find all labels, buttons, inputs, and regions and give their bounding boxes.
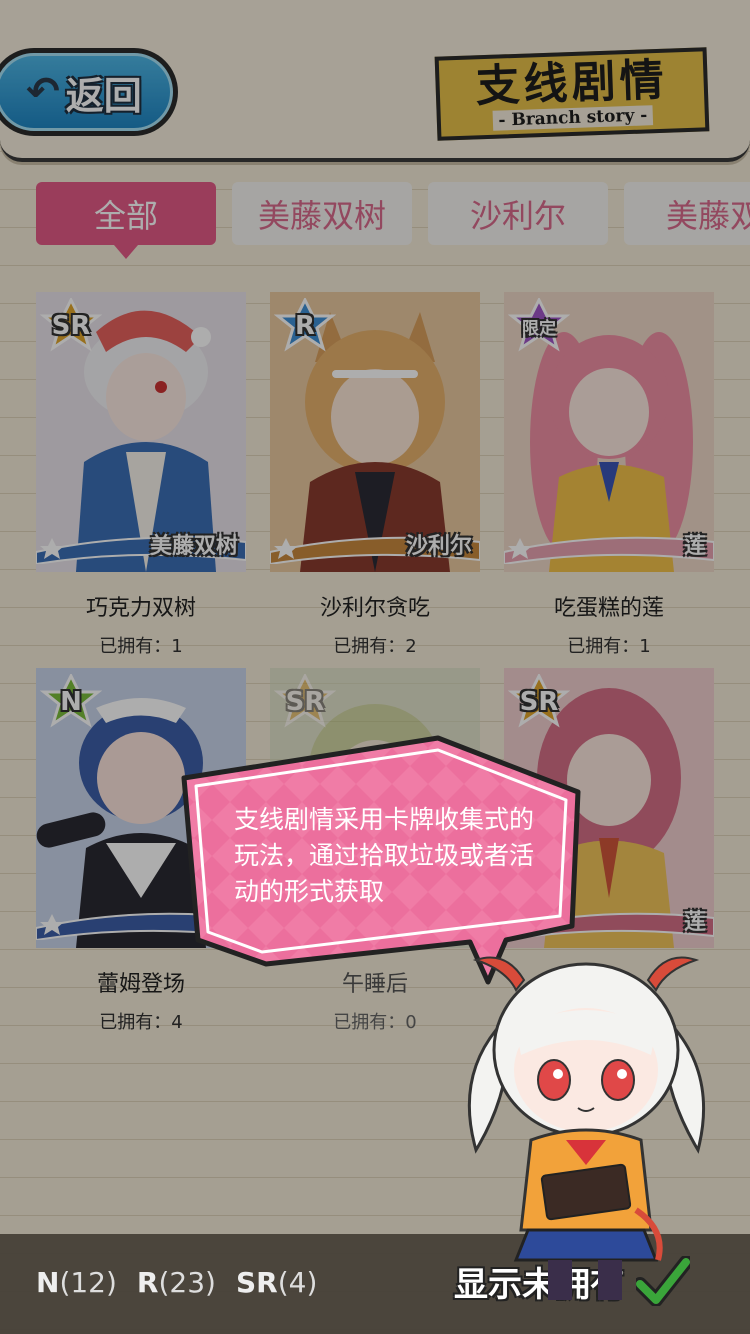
- count-sr: SR(4): [235, 1266, 318, 1299]
- count-n: N(12): [36, 1266, 117, 1299]
- tutorial-message: 支线剧情采用卡牌收集式的玩法，通过拾取垃圾或者活动的形式获取: [234, 805, 535, 906]
- mascot-character: [467, 956, 706, 1300]
- rarity-counts: N(12) R(23) SR(4): [36, 1266, 317, 1299]
- count-r: R(23): [136, 1266, 216, 1299]
